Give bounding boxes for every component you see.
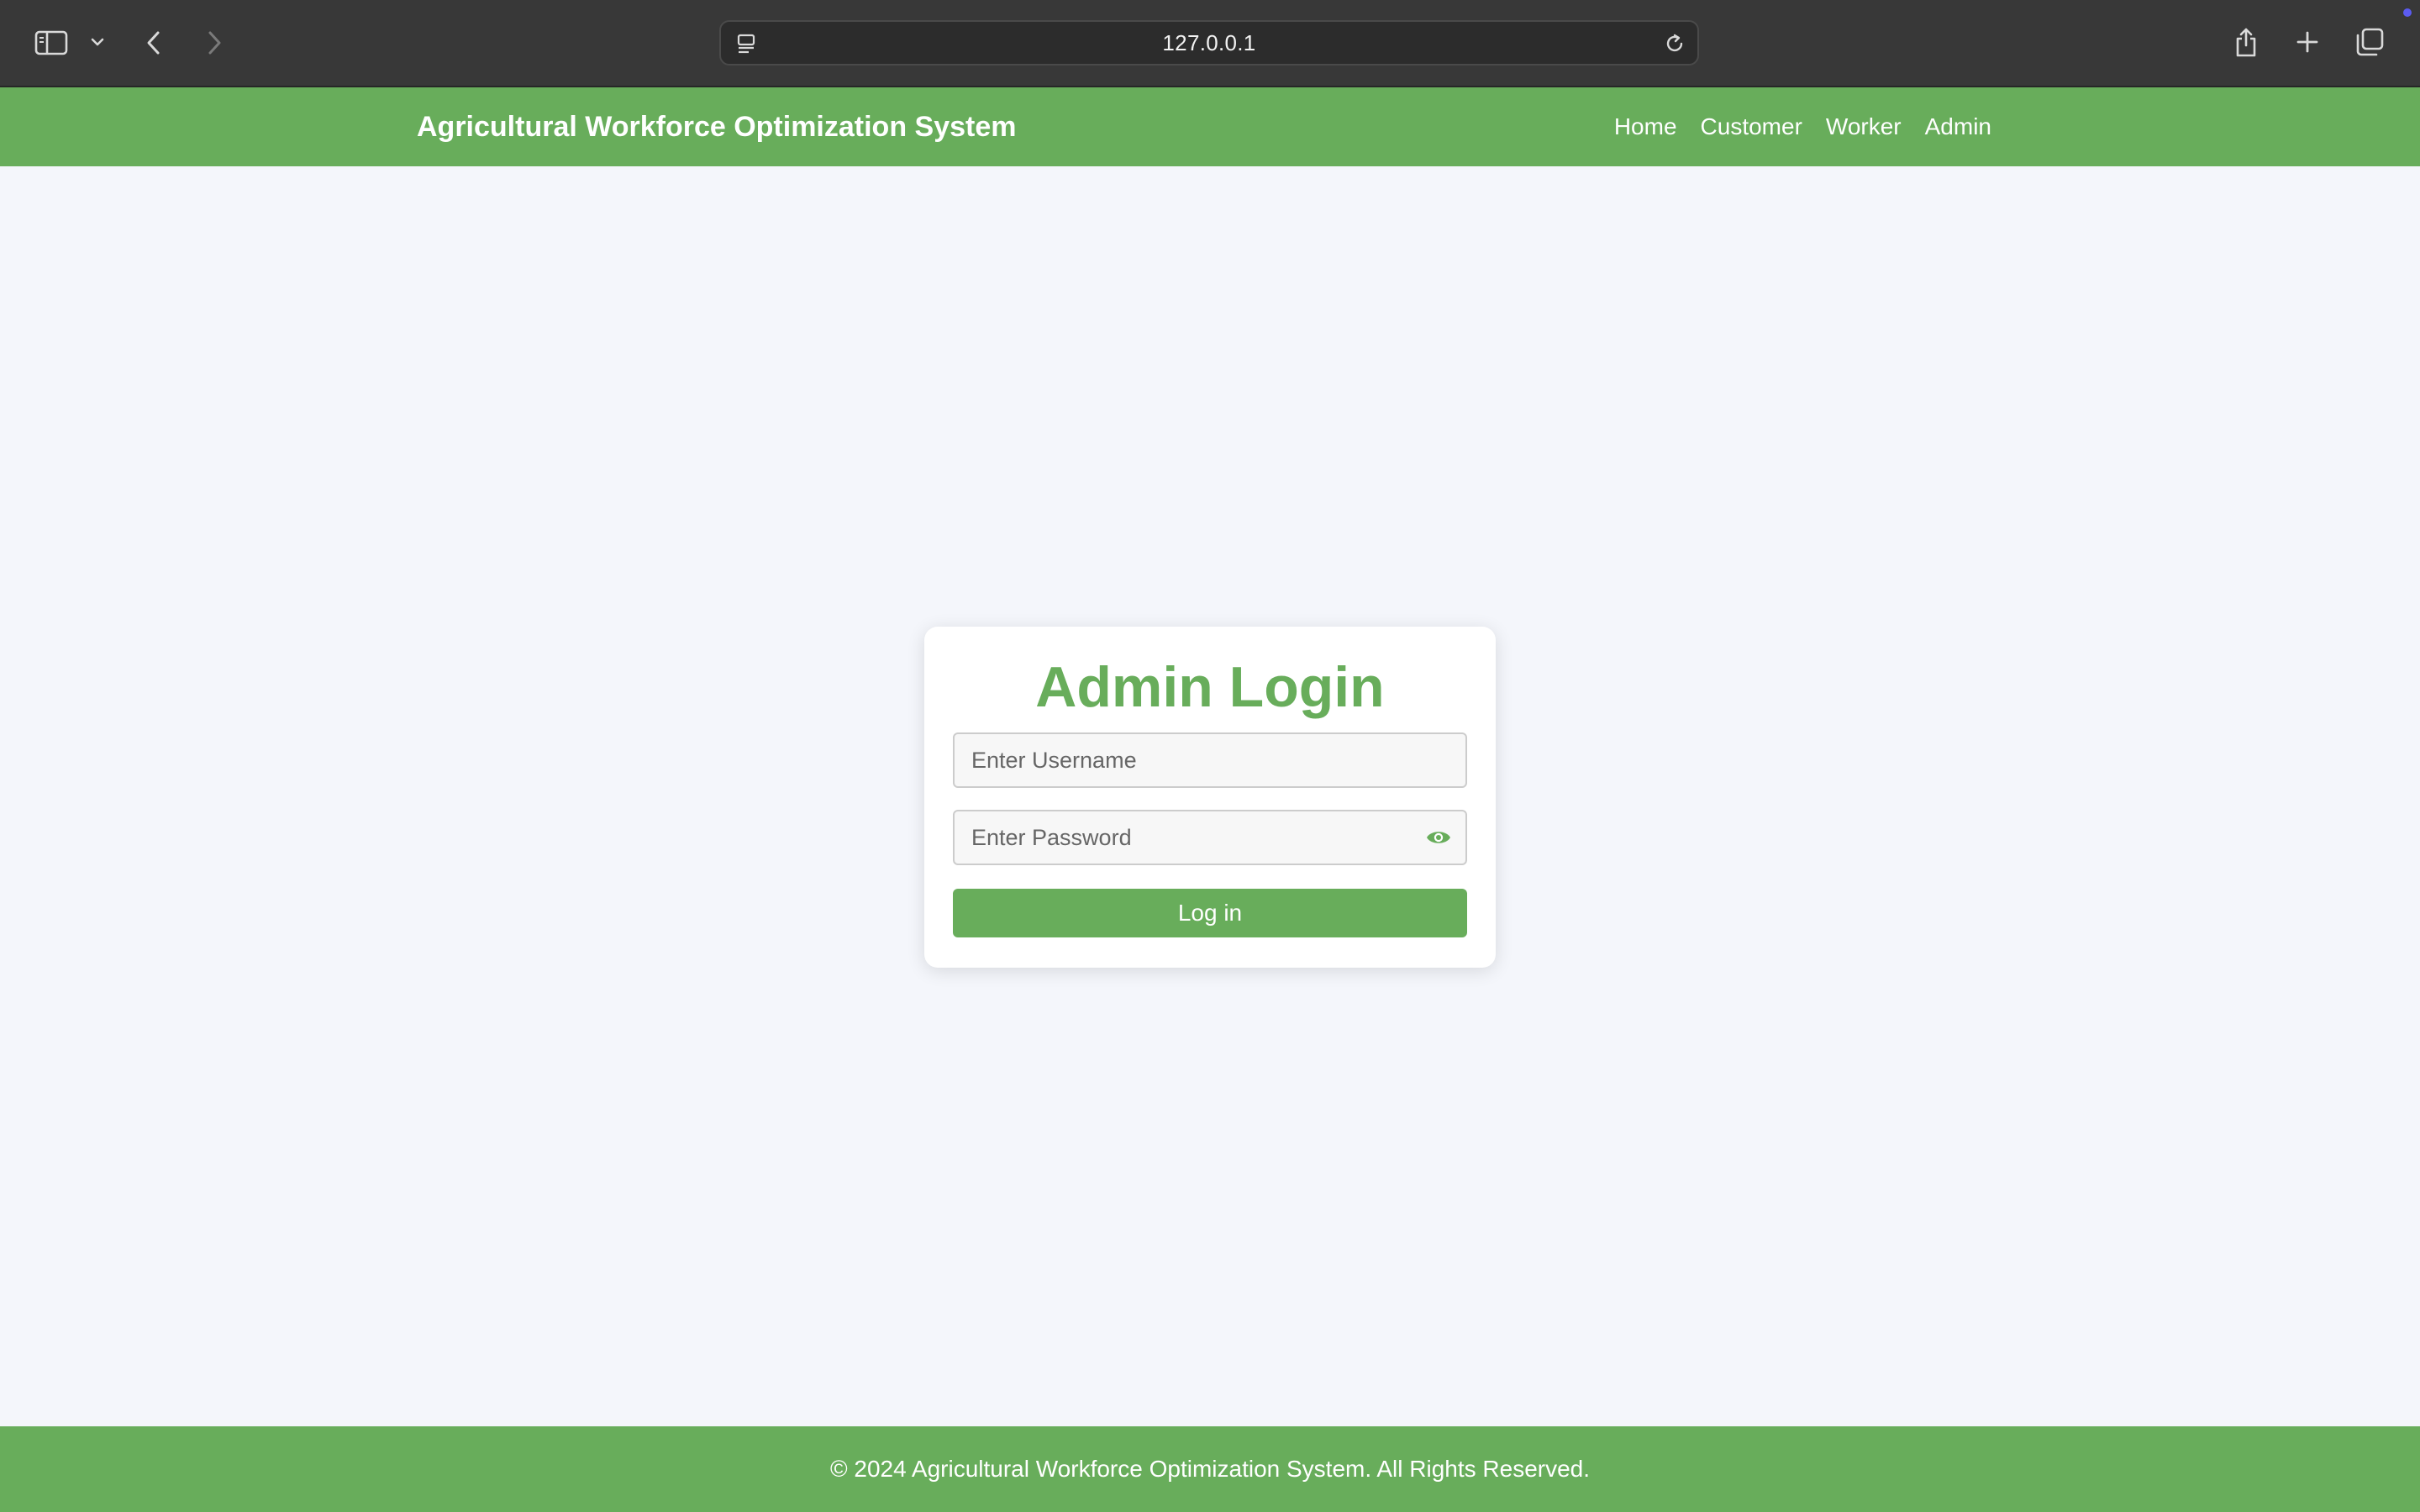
footer-copyright: © 2024 Agricultural Workforce Optimizati… bbox=[829, 1456, 1591, 1482]
username-input[interactable] bbox=[955, 734, 1465, 786]
reload-icon[interactable] bbox=[1662, 31, 1687, 56]
site-navbar: Agricultural Workforce Optimization Syst… bbox=[0, 87, 2420, 166]
chevron-down-icon[interactable] bbox=[87, 32, 108, 52]
notification-dot bbox=[2403, 8, 2412, 17]
password-input[interactable] bbox=[955, 811, 1465, 864]
tab-overview-icon[interactable] bbox=[2353, 25, 2386, 59]
nav-link-worker[interactable]: Worker bbox=[1826, 113, 1902, 140]
nav-links: Home Customer Worker Admin bbox=[1614, 87, 1991, 166]
address-bar[interactable]: 127.0.0.1 bbox=[719, 20, 1699, 66]
login-button[interactable]: Log in bbox=[953, 889, 1467, 937]
plus-icon[interactable] bbox=[2292, 27, 2323, 57]
nav-link-admin[interactable]: Admin bbox=[1925, 113, 1991, 140]
password-field-wrapper bbox=[953, 810, 1467, 865]
forward-arrow-icon[interactable] bbox=[200, 25, 229, 60]
login-title: Admin Login bbox=[1035, 655, 1385, 719]
eye-icon[interactable] bbox=[1423, 822, 1454, 853]
site-footer: © 2024 Agricultural Workforce Optimizati… bbox=[0, 1426, 2420, 1512]
share-icon[interactable] bbox=[2230, 24, 2262, 60]
url-text: 127.0.0.1 bbox=[1162, 29, 1256, 55]
login-card: Admin Login Log in bbox=[924, 627, 1496, 968]
back-arrow-icon[interactable] bbox=[139, 25, 168, 60]
sidebar-toggle-icon[interactable] bbox=[32, 25, 71, 60]
username-field-wrapper bbox=[953, 732, 1467, 788]
nav-link-customer[interactable]: Customer bbox=[1701, 113, 1802, 140]
nav-link-home[interactable]: Home bbox=[1614, 113, 1677, 140]
browser-toolbar: 127.0.0.1 bbox=[0, 0, 2420, 87]
site-brand[interactable]: Agricultural Workforce Optimization Syst… bbox=[417, 87, 1017, 166]
